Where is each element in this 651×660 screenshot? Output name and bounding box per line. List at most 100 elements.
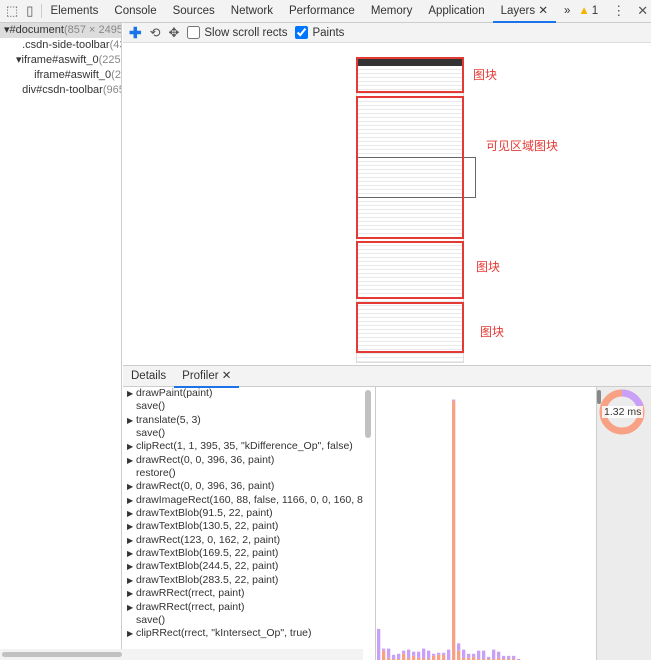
paint-command[interactable]: ▶ drawRRect(rrect, paint) bbox=[127, 601, 363, 614]
layer-tree-item[interactable]: iframe#aswift_0(225 bbox=[0, 68, 121, 83]
slow-scroll-checkbox-input[interactable] bbox=[187, 26, 201, 39]
profiler-bar[interactable] bbox=[412, 651, 416, 656]
command-list-scrollbar[interactable] bbox=[365, 390, 371, 438]
profiler-bar[interactable] bbox=[467, 653, 471, 658]
profiler-bar[interactable] bbox=[377, 628, 381, 660]
profiler-bar[interactable] bbox=[497, 651, 501, 658]
profiler-bar[interactable] bbox=[432, 655, 436, 660]
paint-command[interactable]: ▶ drawTextBlob(244.5, 22, paint) bbox=[127, 560, 363, 573]
warning-icon[interactable]: ▲ bbox=[578, 5, 589, 17]
paint-command[interactable]: ▶ drawRect(0, 0, 396, 36, paint) bbox=[127, 480, 363, 493]
more-options-icon[interactable]: ⋮ bbox=[612, 3, 625, 19]
profiler-bar[interactable] bbox=[382, 650, 386, 660]
expand-arrow-icon[interactable]: ▶ bbox=[127, 520, 136, 533]
expand-arrow-icon[interactable]: ▶ bbox=[127, 494, 136, 507]
expand-arrow-icon[interactable]: ▶ bbox=[127, 574, 136, 587]
paint-command[interactable]: ▶ translate(5, 3) bbox=[127, 414, 363, 427]
close-tab-icon[interactable]: ✕ bbox=[222, 370, 232, 382]
expand-arrow-icon[interactable]: ▶ bbox=[127, 534, 136, 547]
profiler-bar[interactable] bbox=[397, 653, 401, 659]
profiler-bar[interactable] bbox=[417, 651, 421, 658]
paint-command[interactable]: ▶ drawPaint(paint) bbox=[127, 387, 363, 400]
profiler-bar[interactable] bbox=[492, 649, 496, 659]
expand-arrow-icon[interactable]: ▶ bbox=[127, 507, 136, 520]
profiler-bar[interactable] bbox=[442, 652, 446, 655]
layer-tree-item[interactable]: .csdn-side-toolbar(43 bbox=[0, 38, 121, 53]
tab-details[interactable]: Details bbox=[123, 365, 174, 388]
profiler-bar[interactable] bbox=[442, 654, 446, 660]
tab-elements[interactable]: Elements bbox=[42, 0, 106, 23]
inspect-element-icon[interactable]: ⬚ bbox=[6, 3, 18, 19]
horizontal-scrollbar[interactable] bbox=[0, 649, 363, 660]
paint-profiler-chart[interactable] bbox=[375, 387, 597, 660]
profiler-bar[interactable] bbox=[457, 643, 461, 651]
warning-count[interactable]: 1 bbox=[592, 5, 598, 17]
paint-command[interactable]: ▶ drawTextBlob(169.5, 22, paint) bbox=[127, 547, 363, 560]
profiler-bar[interactable] bbox=[382, 648, 386, 651]
tab-network[interactable]: Network bbox=[223, 0, 281, 23]
expand-arrow-icon[interactable]: ▶ bbox=[127, 414, 136, 427]
rotate-mode-icon[interactable]: ⟲ bbox=[150, 25, 161, 41]
profiler-bar[interactable] bbox=[412, 655, 416, 660]
profiler-bar[interactable] bbox=[422, 648, 426, 658]
paints-checkbox-input[interactable] bbox=[295, 26, 309, 39]
layer-tree-item[interactable]: ▾#document(857 × 2495) bbox=[0, 23, 121, 38]
paint-command[interactable]: ▶ clipRRect(rrect, "kIntersect_Op", true) bbox=[127, 627, 363, 640]
profiler-bar[interactable] bbox=[407, 649, 411, 658]
expand-arrow-icon[interactable]: ▶ bbox=[127, 480, 136, 493]
profiler-bar[interactable] bbox=[482, 650, 486, 659]
tab-memory[interactable]: Memory bbox=[363, 0, 421, 23]
tab-sources[interactable]: Sources bbox=[165, 0, 223, 23]
close-devtools-icon[interactable]: ✕ bbox=[637, 3, 648, 19]
expand-arrow-icon[interactable]: ▶ bbox=[127, 440, 136, 453]
profiler-bar[interactable] bbox=[432, 653, 436, 656]
profiler-bar[interactable] bbox=[447, 649, 451, 660]
profiler-bar[interactable] bbox=[502, 655, 506, 659]
profiler-bar[interactable] bbox=[402, 650, 406, 654]
profiler-bar[interactable] bbox=[477, 650, 481, 659]
paint-command[interactable]: ▶ drawTextBlob(283.5, 22, paint) bbox=[127, 574, 363, 587]
paint-command[interactable]: ▶ drawTextBlob(91.5, 22, paint) bbox=[127, 507, 363, 520]
profiler-bar[interactable] bbox=[427, 650, 431, 659]
profiler-bar[interactable] bbox=[452, 400, 456, 660]
profiler-bar[interactable] bbox=[457, 650, 461, 660]
reset-transform-icon[interactable]: ✥ bbox=[168, 25, 179, 41]
profiler-bar[interactable] bbox=[437, 654, 441, 660]
device-toolbar-icon[interactable]: ▯ bbox=[26, 3, 33, 19]
paint-command[interactable]: save() bbox=[127, 400, 363, 413]
paint-command[interactable]: ▶ clipRect(1, 1, 395, 35, "kDifference_Op… bbox=[127, 440, 363, 453]
pan-mode-icon[interactable]: ✚ bbox=[129, 24, 142, 42]
layers-3d-view[interactable]: 图块 可见区域图块 图块 图块 bbox=[123, 43, 651, 365]
profiler-bar[interactable] bbox=[402, 653, 406, 660]
paint-command[interactable]: ▶ drawRect(123, 0, 162, 2, paint) bbox=[127, 534, 363, 547]
profiler-bar[interactable] bbox=[487, 656, 491, 659]
profiler-bar[interactable] bbox=[462, 649, 466, 658]
layer-tree-item[interactable]: ▾iframe#aswift_0(225 × bbox=[0, 53, 121, 68]
chart-range-handle[interactable] bbox=[597, 390, 601, 404]
paint-command[interactable]: ▶ drawImageRect(160, 88, false, 1166, 0, … bbox=[127, 494, 363, 507]
profiler-bar[interactable] bbox=[507, 655, 511, 659]
expand-arrow-icon[interactable]: ▶ bbox=[127, 560, 136, 573]
expand-arrow-icon[interactable]: ▶ bbox=[127, 587, 136, 600]
expand-arrow-icon[interactable]: ▶ bbox=[127, 627, 136, 640]
paint-command[interactable]: save() bbox=[127, 614, 363, 627]
expand-arrow-icon[interactable]: ▶ bbox=[127, 601, 136, 614]
paint-command-list[interactable]: ▶ drawPaint(paint) save() ▶ translate(5, 3) s… bbox=[123, 387, 363, 649]
expand-arrow-icon[interactable]: ▶ bbox=[127, 454, 136, 467]
tab-performance[interactable]: Performance bbox=[281, 0, 363, 23]
slow-scroll-rects-checkbox[interactable]: Slow scroll rects bbox=[187, 26, 287, 39]
paint-command[interactable]: ▶ drawRect(0, 0, 396, 36, paint) bbox=[127, 454, 363, 467]
tab-application[interactable]: Application bbox=[420, 0, 492, 23]
tab-console[interactable]: Console bbox=[106, 0, 164, 23]
profiler-bar[interactable] bbox=[512, 655, 516, 659]
close-tab-icon[interactable]: ✕ bbox=[535, 5, 548, 17]
expand-arrow-icon[interactable]: ▶ bbox=[127, 547, 136, 560]
profiler-bar[interactable] bbox=[472, 653, 476, 657]
paint-command[interactable]: ▶ drawTextBlob(130.5, 22, paint) bbox=[127, 520, 363, 533]
profiler-bar[interactable] bbox=[387, 648, 391, 658]
profiler-bar[interactable] bbox=[452, 399, 456, 401]
more-tabs-button[interactable]: » bbox=[556, 0, 578, 23]
expand-arrow-icon[interactable]: ▶ bbox=[127, 387, 136, 400]
paint-command[interactable]: restore() bbox=[127, 467, 363, 480]
paint-command[interactable]: save() bbox=[127, 427, 363, 440]
